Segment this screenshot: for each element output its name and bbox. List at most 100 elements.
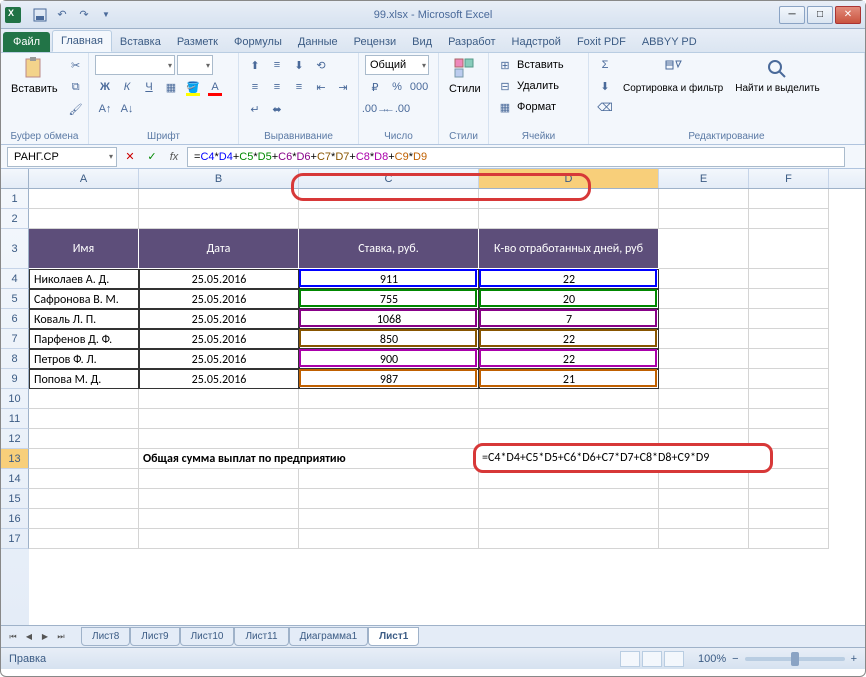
- paste-button[interactable]: Вставить: [7, 55, 62, 97]
- table-cell[interactable]: 25.05.2016: [139, 369, 299, 389]
- table-cell[interactable]: Попова М. Д.: [29, 369, 139, 389]
- tab-abbyy[interactable]: ABBYY PD: [634, 32, 705, 52]
- table-cell[interactable]: 22: [479, 269, 659, 289]
- sheet-tab[interactable]: Лист9: [130, 627, 179, 646]
- tab-layout[interactable]: Разметк: [169, 32, 226, 52]
- tab-data[interactable]: Данные: [290, 32, 346, 52]
- table-header[interactable]: Дата: [139, 229, 299, 269]
- table-cell[interactable]: 21: [479, 369, 659, 389]
- table-cell[interactable]: 25.05.2016: [139, 349, 299, 369]
- redo-icon[interactable]: ↷: [75, 6, 93, 24]
- close-button[interactable]: ✕: [835, 6, 861, 24]
- sheet-nav-last-icon[interactable]: ⏭: [53, 629, 69, 645]
- table-cell[interactable]: Петров Ф. Л.: [29, 349, 139, 369]
- sheet-nav-next-icon[interactable]: ▶: [37, 629, 53, 645]
- align-top-icon[interactable]: ⬆: [245, 55, 265, 75]
- decrease-font-icon[interactable]: A↓: [117, 99, 137, 119]
- col-header-a[interactable]: A: [29, 169, 139, 188]
- sheet-tab[interactable]: Лист8: [81, 627, 130, 646]
- row-header[interactable]: 9: [1, 369, 29, 389]
- align-bottom-icon[interactable]: ⬇: [289, 55, 309, 75]
- align-right-icon[interactable]: ≡: [289, 77, 309, 97]
- row-header[interactable]: 5: [1, 289, 29, 309]
- cancel-formula-icon[interactable]: ✕: [121, 148, 139, 166]
- sheet-tab-active[interactable]: Лист1: [368, 627, 419, 646]
- delete-cells-button[interactable]: ⊟Удалить: [495, 76, 559, 96]
- autosum-icon[interactable]: Σ: [595, 55, 615, 75]
- select-all-corner[interactable]: [1, 169, 29, 188]
- tab-addins[interactable]: Надстрой: [504, 32, 569, 52]
- row-header[interactable]: 3: [1, 229, 29, 269]
- table-cell[interactable]: 25.05.2016: [139, 289, 299, 309]
- increase-font-icon[interactable]: A↑: [95, 99, 115, 119]
- sheet-tab[interactable]: Лист10: [180, 627, 235, 646]
- col-header-e[interactable]: E: [659, 169, 749, 188]
- wrap-text-icon[interactable]: ↵: [245, 99, 265, 119]
- sheet-nav-first-icon[interactable]: ⏮: [5, 629, 21, 645]
- zoom-out-icon[interactable]: −: [732, 653, 738, 665]
- enter-formula-icon[interactable]: ✓: [143, 148, 161, 166]
- align-center-icon[interactable]: ≡: [267, 77, 287, 97]
- view-layout-icon[interactable]: [642, 651, 662, 667]
- name-box[interactable]: РАНГ.СР: [7, 147, 117, 167]
- indent-increase-icon[interactable]: ⇥: [333, 77, 353, 97]
- sheet-tab[interactable]: Диаграмма1: [289, 627, 369, 646]
- minimize-button[interactable]: ─: [779, 6, 805, 24]
- comma-icon[interactable]: 000: [409, 77, 429, 97]
- table-cell[interactable]: Коваль Л. П.: [29, 309, 139, 329]
- sheet-nav-prev-icon[interactable]: ◀: [21, 629, 37, 645]
- undo-icon[interactable]: ↶: [53, 6, 71, 24]
- table-cell[interactable]: 900: [299, 349, 479, 369]
- merge-icon[interactable]: ⬌: [267, 99, 287, 119]
- fx-icon[interactable]: fx: [165, 148, 183, 166]
- view-break-icon[interactable]: [664, 651, 684, 667]
- decrease-decimal-icon[interactable]: ←.00: [387, 99, 407, 119]
- table-header[interactable]: Ставка, руб.: [299, 229, 479, 269]
- table-header[interactable]: К-во отработанных дней, руб: [479, 229, 659, 269]
- format-painter-icon[interactable]: 🖌: [66, 99, 86, 119]
- table-header[interactable]: Имя: [29, 229, 139, 269]
- bold-icon[interactable]: Ж: [95, 77, 115, 97]
- number-format-dropdown[interactable]: Общий: [365, 55, 429, 75]
- underline-icon[interactable]: Ч: [139, 77, 159, 97]
- col-header-b[interactable]: B: [139, 169, 299, 188]
- find-select-button[interactable]: Найти и выделить: [731, 55, 823, 96]
- col-header-d[interactable]: D: [479, 169, 659, 188]
- align-middle-icon[interactable]: ≡: [267, 55, 287, 75]
- row-header[interactable]: 14: [1, 469, 29, 489]
- styles-button[interactable]: Стили: [445, 55, 485, 97]
- row-header[interactable]: 7: [1, 329, 29, 349]
- table-cell[interactable]: 850: [299, 329, 479, 349]
- row-header[interactable]: 12: [1, 429, 29, 449]
- worksheet[interactable]: A B C D E F 1 2 3 4 5 6 7 8 9 10 11 12 1…: [1, 169, 865, 625]
- table-cell[interactable]: 911: [299, 269, 479, 289]
- table-cell[interactable]: 25.05.2016: [139, 309, 299, 329]
- table-cell[interactable]: Николаев А. Д.: [29, 269, 139, 289]
- tab-formulas[interactable]: Формулы: [226, 32, 290, 52]
- fill-color-icon[interactable]: 🪣: [183, 77, 203, 97]
- tab-developer[interactable]: Разработ: [440, 32, 503, 52]
- col-header-f[interactable]: F: [749, 169, 829, 188]
- insert-cells-button[interactable]: ⊞Вставить: [495, 55, 564, 75]
- sheet-tab[interactable]: Лист11: [234, 627, 288, 646]
- file-tab[interactable]: Файл: [3, 32, 50, 52]
- row-header[interactable]: 2: [1, 209, 29, 229]
- increase-decimal-icon[interactable]: .00→: [365, 99, 385, 119]
- cut-icon[interactable]: ✂: [66, 55, 86, 75]
- formula-input[interactable]: =C4*D4+C5*D5+C6*D6+C7*D7+C8*D8+C9*D9: [187, 147, 845, 167]
- row-header[interactable]: 17: [1, 529, 29, 549]
- zoom-in-icon[interactable]: +: [851, 653, 857, 665]
- cell-grid[interactable]: ИмяДатаСтавка, руб.К-во отработанных дне…: [29, 189, 865, 625]
- row-header[interactable]: 8: [1, 349, 29, 369]
- row-header[interactable]: 4: [1, 269, 29, 289]
- table-cell[interactable]: 1068: [299, 309, 479, 329]
- sort-filter-button[interactable]: Сортировка и фильтр: [619, 55, 727, 96]
- format-cells-button[interactable]: ▦Формат: [495, 97, 556, 117]
- tab-insert[interactable]: Вставка: [112, 32, 169, 52]
- table-cell[interactable]: 987: [299, 369, 479, 389]
- row-header[interactable]: 1: [1, 189, 29, 209]
- row-header[interactable]: 10: [1, 389, 29, 409]
- view-normal-icon[interactable]: [620, 651, 640, 667]
- table-cell[interactable]: Сафронова В. М.: [29, 289, 139, 309]
- table-cell[interactable]: 20: [479, 289, 659, 309]
